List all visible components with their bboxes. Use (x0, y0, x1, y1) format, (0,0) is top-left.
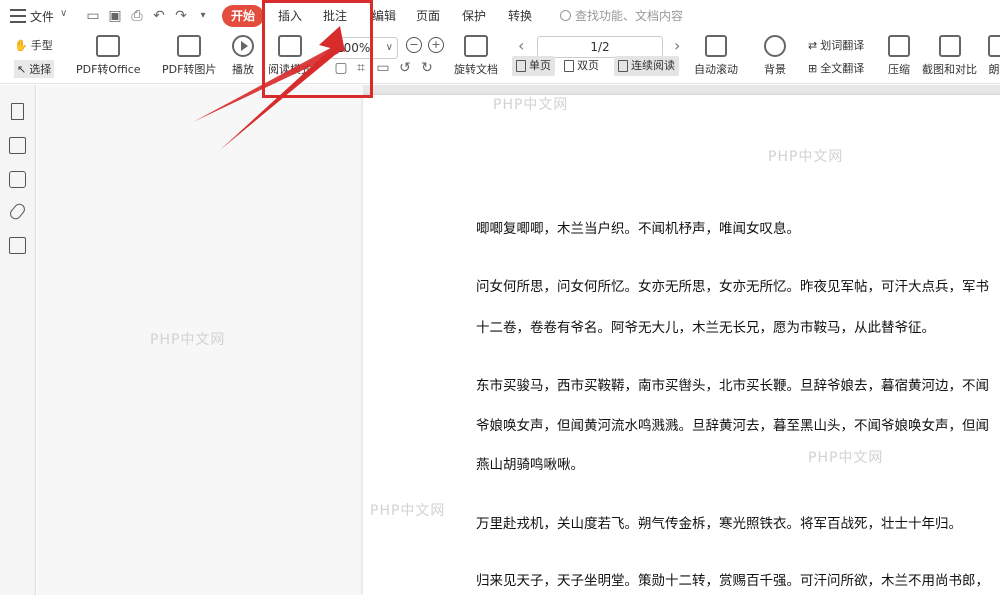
chevron-down-icon[interactable]: ∨ (60, 8, 67, 19)
ribbon-toolbar: ✋ 手型 ↖ 选择 PDF转Office PDF转图片 播放 阅读模式 100% ∨… (0, 32, 1000, 84)
select-tool-button[interactable]: ↖ 选择 (14, 60, 55, 78)
open-folder-icon[interactable]: ▭ (84, 7, 102, 25)
undo-icon[interactable]: ↶ (150, 7, 168, 25)
attachment-icon[interactable] (7, 201, 28, 222)
document-line: 燕山胡骑鸣啾啾。 (476, 457, 584, 473)
watermark: PHP中文网 (370, 503, 446, 519)
bookmark-icon[interactable] (11, 103, 24, 120)
rotate-left-icon[interactable]: ↺ (396, 59, 414, 77)
quick-access-more-icon[interactable]: ▾ (194, 7, 212, 25)
save-icon[interactable]: ▣ (106, 7, 124, 25)
single-page-button[interactable]: 单页 (512, 56, 555, 76)
watermark: PHP中文网 (768, 149, 844, 165)
screenshot-icon (938, 35, 961, 57)
word-translate-button[interactable]: ⇄ 划词翻译 (808, 37, 864, 53)
double-page-icon (564, 60, 574, 72)
tab-page[interactable]: 页面 (416, 7, 440, 24)
compress-button[interactable]: 压缩 (888, 35, 910, 77)
hamburger-menu-icon[interactable] (10, 9, 26, 23)
auto-scroll-icon (705, 35, 727, 57)
tab-edit[interactable]: 编辑 (372, 7, 396, 24)
watermark: PHP中文网 (493, 97, 569, 113)
pdf-page: 唧唧复唧唧，木兰当户织。不闻机杼声，唯闻女叹息。 问女何所思，问女何所忆。女亦无… (363, 95, 1000, 595)
cursor-icon: ↖ (17, 62, 27, 76)
document-line: 归来见天子，天子坐明堂。策勋十二转，赏赐百千强。可汗问所欲，木兰不用尚书郎， (476, 573, 989, 589)
previous-page-icon[interactable]: ‹ (518, 36, 524, 55)
pdf-to-office-button[interactable]: PDF转Office (76, 35, 141, 77)
document-line: 万里赴戎机，关山度若飞。朔气传金柝，寒光照铁衣。将军百战死，壮士十年归。 (476, 516, 962, 532)
tab-convert[interactable]: 转换 (508, 7, 532, 24)
play-button[interactable]: 播放 (232, 35, 254, 77)
continuous-read-icon (618, 60, 628, 72)
eye-icon (764, 35, 786, 57)
comment-icon[interactable] (9, 171, 26, 188)
pdf-to-office-icon (96, 35, 121, 57)
watermark: PHP中文网 (150, 332, 226, 348)
left-sidebar (0, 85, 36, 595)
document-line: 唧唧复唧唧，木兰当户织。不闻机杼声，唯闻女叹息。 (476, 221, 800, 237)
rotate-document-icon (464, 35, 488, 57)
fit-width-icon[interactable]: ▭ (374, 59, 392, 77)
double-page-button[interactable]: 双页 (560, 56, 603, 76)
document-line: 问女何所思，问女何所忆。女亦无所思，女亦无所忆。昨夜见军帖，可汗大点兵，军书 (476, 279, 989, 295)
overflow-tool-button[interactable]: 朗 (988, 35, 1000, 77)
play-icon (232, 35, 254, 57)
full-translate-button[interactable]: ⊞ 全文翻译 (808, 60, 864, 76)
zoom-in-icon[interactable]: + (428, 37, 444, 53)
compress-icon (888, 35, 910, 57)
sign-icon[interactable] (9, 237, 26, 254)
document-line: 十二卷，卷卷有爷名。阿爷无大儿，木兰无长兄，愿为市鞍马，从此替爷征。 (476, 320, 935, 336)
next-page-icon[interactable]: › (674, 36, 680, 55)
translate-icon: ⇄ (808, 38, 818, 52)
document-line: 爷娘唤女声，但闻黄河流水鸣溅溅。旦辞黄河去，暮至黑山头，不闻爷娘唤女声，但闻 (476, 418, 989, 434)
menu-bar: 文件 ∨ ▭ ▣ ⎙ ↶ ↷ ▾ 开始 插入 批注 编辑 页面 保护 转换 查找… (0, 0, 1000, 32)
page-number-input[interactable]: 1/2 (537, 36, 663, 58)
document-line: 东市买骏马，西市买鞍鞯，南市买辔头，北市买长鞭。旦辞爷娘去，暮宿黄河边，不闻 (476, 378, 989, 394)
continuous-read-button[interactable]: 连续阅读 (614, 56, 679, 76)
read-aloud-icon (988, 35, 1000, 57)
auto-scroll-button[interactable]: 自动滚动 (694, 35, 738, 77)
zoom-out-icon[interactable]: − (406, 37, 422, 53)
rotate-right-icon[interactable]: ↻ (418, 59, 436, 77)
file-menu[interactable]: 文件 (30, 8, 54, 25)
tab-protect[interactable]: 保护 (462, 7, 486, 24)
single-page-icon (516, 60, 526, 72)
hand-tool-button[interactable]: ✋ 手型 (14, 37, 53, 53)
search-icon (560, 10, 571, 21)
print-icon[interactable]: ⎙ (128, 7, 146, 25)
watermark: PHP中文网 (808, 450, 884, 466)
pdf-to-image-button[interactable]: PDF转图片 (162, 35, 216, 77)
rotate-document-button[interactable]: 旋转文档 (454, 35, 498, 77)
redo-icon[interactable]: ↷ (172, 7, 190, 25)
pdf-to-image-icon (177, 35, 202, 57)
image-icon[interactable] (9, 137, 26, 154)
chevron-down-icon: ∨ (385, 42, 393, 53)
search-input[interactable]: 查找功能、文档内容 (560, 7, 683, 24)
background-button[interactable]: 背景 (764, 35, 786, 77)
hand-icon: ✋ (14, 38, 28, 52)
full-translate-icon: ⊞ (808, 61, 818, 75)
tab-start[interactable]: 开始 (222, 5, 264, 27)
screenshot-compare-button[interactable]: 截图和对比 (922, 35, 977, 77)
annotation-highlight-box (262, 0, 373, 98)
